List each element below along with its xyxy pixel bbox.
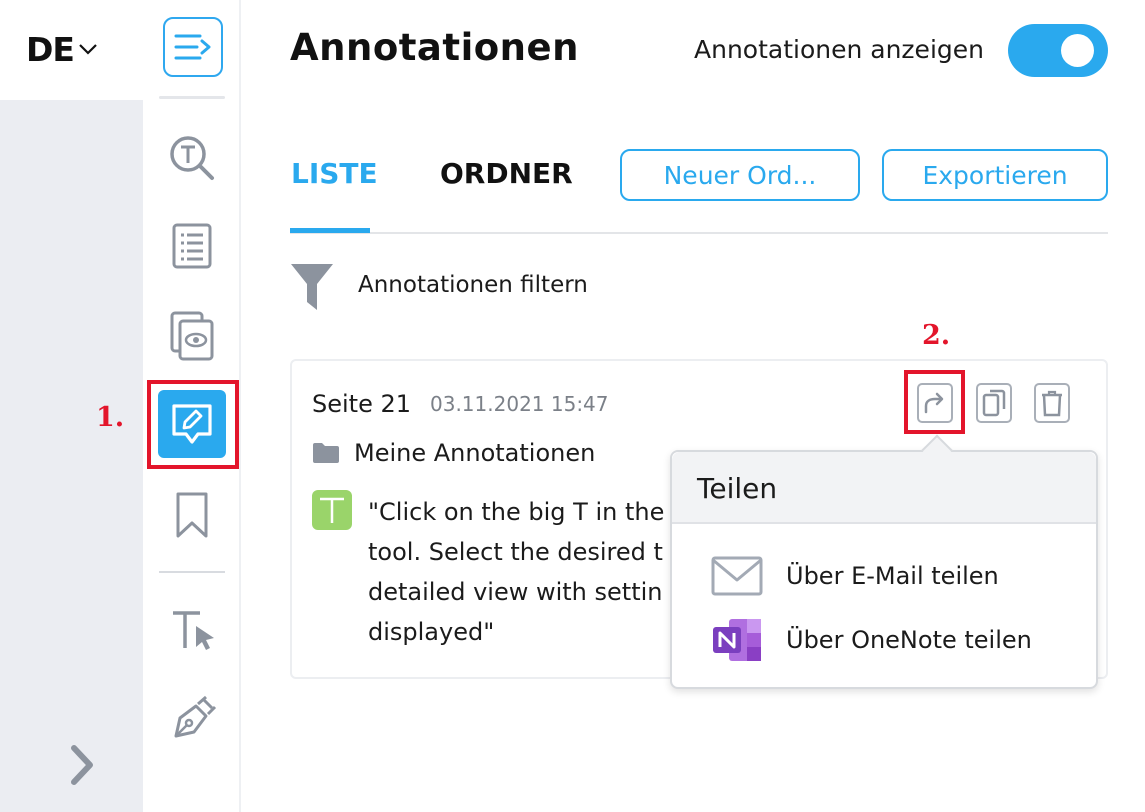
sidebar-item-text-select[interactable] <box>169 605 219 655</box>
sidebar-item-annotations[interactable] <box>158 390 226 458</box>
trash-icon <box>1042 390 1062 417</box>
mail-icon <box>710 553 764 599</box>
toggle-knob <box>1061 34 1094 67</box>
share-email-item[interactable]: Über E-Mail teilen <box>710 548 999 604</box>
share-onenote-item[interactable]: Über OneNote teilen <box>710 612 1032 668</box>
list-document-icon <box>172 223 212 269</box>
sidebar-item-text-search[interactable] <box>167 133 217 183</box>
text-annotation-badge <box>312 490 352 530</box>
tab-liste[interactable]: LISTE <box>291 157 378 190</box>
folder-icon <box>313 443 339 463</box>
copy-icon <box>982 389 1006 417</box>
annotation-edit-icon <box>172 404 212 444</box>
share-email-label: Über E-Mail teilen <box>786 562 999 590</box>
fountain-pen-icon <box>174 695 217 738</box>
share-popup-title: Teilen <box>697 472 778 505</box>
filter-icon[interactable] <box>290 262 334 312</box>
step-marker-2: 2. <box>922 320 951 351</box>
filter-label[interactable]: Annotationen filtern <box>358 272 588 298</box>
new-folder-button[interactable]: Neuer Ord... <box>620 149 860 201</box>
sidebar-item-page-preview[interactable] <box>167 309 217 363</box>
page-title: Annotationen <box>290 26 579 69</box>
text-type-icon <box>320 497 344 523</box>
onenote-icon <box>710 617 764 663</box>
active-tab-indicator <box>290 228 370 233</box>
page-preview-icon <box>170 311 214 361</box>
sidebar-item-toc[interactable] <box>167 221 217 271</box>
copy-button[interactable] <box>976 383 1012 423</box>
chevron-right-icon[interactable] <box>64 740 100 790</box>
share-popup-header: Teilen <box>672 452 1096 524</box>
sidebar-item-bookmarks[interactable] <box>171 490 213 540</box>
share-onenote-label: Über OneNote teilen <box>786 626 1032 654</box>
annotation-date: 03.11.2021 15:47 <box>430 392 609 416</box>
show-annotations-label: Annotationen anzeigen <box>694 35 984 64</box>
delete-button[interactable] <box>1034 383 1070 423</box>
language-selector[interactable]: DE <box>0 0 143 100</box>
text-select-icon <box>173 611 214 650</box>
share-popup: Teilen Über E-Mail teilen Über OneNote t… <box>670 450 1098 689</box>
icon-sidebar <box>143 0 241 812</box>
sidebar-item-signature[interactable] <box>169 693 219 743</box>
show-annotations-toggle[interactable] <box>1008 24 1108 77</box>
sidebar-divider <box>159 96 225 99</box>
annotation-folder: Meine Annotationen <box>354 439 596 467</box>
menu-collapse-icon <box>174 34 211 60</box>
sidebar-divider <box>159 571 225 573</box>
export-button[interactable]: Exportieren <box>882 149 1108 201</box>
menu-toggle-button[interactable] <box>163 17 223 77</box>
annotation-page: Seite 21 <box>312 390 412 418</box>
text-search-icon <box>170 136 214 180</box>
share-icon <box>924 392 944 414</box>
language-label: DE <box>26 30 75 69</box>
share-button[interactable] <box>917 383 953 423</box>
step-marker-1: 1. <box>96 402 125 433</box>
tabs-divider <box>290 232 1108 234</box>
chevron-down-icon <box>79 44 97 55</box>
bookmark-icon <box>176 492 208 538</box>
tab-ordner[interactable]: ORDNER <box>440 157 573 190</box>
